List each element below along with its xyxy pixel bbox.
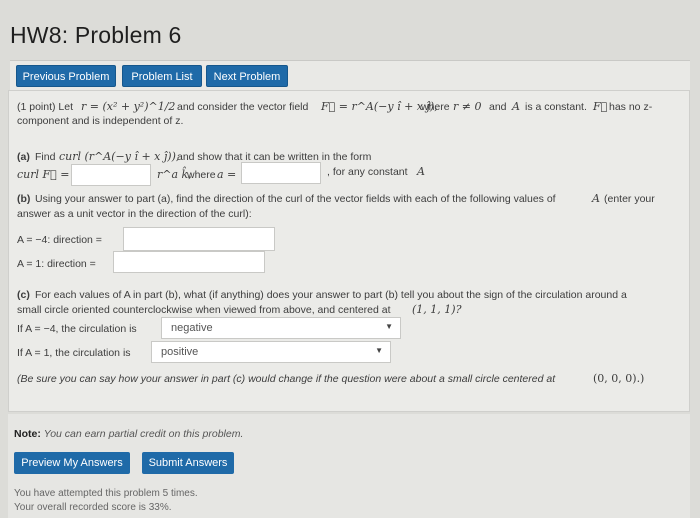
part-b-label: (b): [17, 193, 31, 205]
part-c-math-point: (1, 1, 1)?: [412, 303, 462, 316]
intro-math-a: A: [512, 100, 520, 113]
intro-math-r: r = (x² + y²)^1/2: [81, 100, 176, 113]
score-text: Your overall recorded score is 33%.: [14, 502, 172, 513]
attempts-text: You have attempted this problem 5 times.: [14, 488, 198, 499]
submit-answers-button[interactable]: Submit Answers: [142, 452, 234, 474]
part-a-math-a-equals: a =: [217, 168, 237, 181]
part-b-direction-input-a-1[interactable]: [113, 251, 265, 273]
intro-text-b: and consider the vector field: [177, 101, 309, 113]
page-title: HW8: Problem 6: [10, 22, 182, 48]
part-c-text-2: small circle oriented counterclockwise w…: [17, 304, 391, 316]
part-b-text-2: (enter your: [604, 193, 655, 205]
intro-text-c: where: [421, 101, 450, 113]
part-a-text-3: where: [187, 169, 216, 181]
problem-panel: (1 point) Let r = (x² + y²)^1/2 and cons…: [8, 90, 690, 412]
part-a-curl-label: curl F⃗ =: [17, 168, 70, 181]
problem-list-button[interactable]: Problem List: [122, 65, 202, 87]
note-text: You can earn partial credit on this prob…: [43, 428, 244, 440]
part-a-coefficient-input[interactable]: [71, 164, 151, 186]
intro-text-e: is a constant.: [525, 101, 587, 113]
part-a-text-1: Find: [35, 151, 56, 163]
part-a-text-4: , for any constant: [327, 166, 408, 178]
intro-math-r-nonzero: r ≠ 0: [453, 100, 482, 113]
part-c-hint: (Be sure you can say how your answer in …: [17, 373, 556, 385]
footer-area: Note: You can earn partial credit on thi…: [8, 414, 690, 518]
part-b-row2-label: A = 1: direction =: [17, 258, 96, 270]
preview-answers-button[interactable]: Preview My Answers: [14, 452, 130, 474]
part-b-row1-label: A = −4: direction =: [17, 234, 102, 246]
chevron-down-icon: ▼: [385, 322, 393, 331]
part-a-math-curl: curl (r^A(−y î + x ĵ)),: [59, 150, 180, 163]
part-a-label: (a): [17, 151, 30, 163]
note-line: Note: You can earn partial credit on thi…: [14, 428, 243, 440]
part-c-select1-value: negative: [171, 322, 213, 334]
part-b-text-3: answer as a unit vector in the direction…: [17, 208, 252, 220]
part-a-math-constant-a: A: [417, 165, 425, 178]
part-c-select2-value: positive: [161, 346, 199, 358]
problem-nav-bar: Previous Problem Problem List Next Probl…: [10, 60, 690, 93]
intro-text-line2: component and is independent of z.: [17, 115, 184, 127]
part-c-circulation-select-a-1[interactable]: positive ▼: [151, 341, 391, 363]
note-label: Note:: [14, 428, 41, 440]
chevron-down-icon: ▼: [375, 346, 383, 355]
part-c-label: (c): [17, 289, 30, 301]
intro-text-a: (1 point) Let: [17, 101, 74, 113]
part-c-circulation-select-a-neg4[interactable]: negative ▼: [161, 317, 401, 339]
part-c-hint-math: (0, 0, 0).): [593, 372, 645, 385]
part-b-text-1: Using your answer to part (a), find the …: [35, 193, 556, 205]
part-a-exponent-input[interactable]: [241, 162, 321, 184]
previous-problem-button[interactable]: Previous Problem: [16, 65, 116, 87]
intro-text-d: and: [489, 101, 507, 113]
intro-math-f: F⃗: [593, 100, 608, 113]
part-b-math-a: A: [592, 192, 600, 205]
intro-text-f: has no z-: [609, 101, 653, 113]
part-c-row2-label: If A = 1, the circulation is: [17, 347, 131, 359]
part-c-text-1: For each values of A in part (b), what (…: [35, 289, 627, 301]
part-c-row1-label: If A = −4, the circulation is: [17, 323, 137, 335]
part-b-direction-input-a-neg4[interactable]: [123, 227, 275, 251]
next-problem-button[interactable]: Next Problem: [206, 65, 288, 87]
